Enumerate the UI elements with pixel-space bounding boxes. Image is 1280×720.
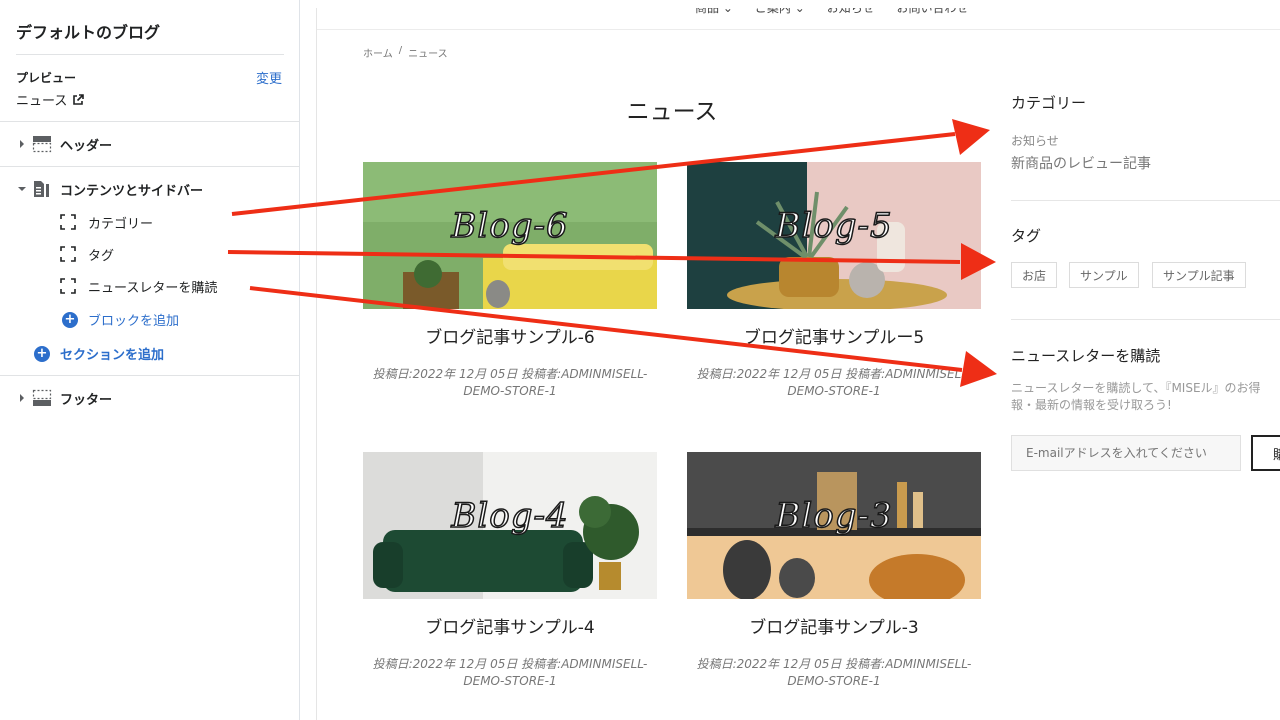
category-link[interactable]: 新商品のレビュー記事 bbox=[1011, 153, 1151, 173]
block-label: ニュースレターを購読 bbox=[88, 280, 218, 296]
add-section-label: セクションを追加 bbox=[60, 348, 165, 363]
newsletter-description: 報・最新の情報を受け取ろう! bbox=[1011, 398, 1172, 412]
caret-down-icon[interactable] bbox=[14, 181, 30, 197]
block-tag[interactable]: タグ bbox=[60, 241, 114, 267]
add-section-button[interactable]: + セクションを追加 bbox=[34, 344, 164, 363]
section-footer-label: フッター bbox=[60, 392, 113, 408]
change-preview-link[interactable]: 変更 bbox=[256, 68, 282, 87]
blog-card-meta: 投稿日:2022年 12月 05日 投稿者:ADMINMISELL-DEMO-S… bbox=[372, 657, 648, 688]
caret-right-icon[interactable] bbox=[14, 390, 30, 406]
blog-card-meta: 投稿日:2022年 12月 05日 投稿者:ADMINMISELL-DEMO-S… bbox=[372, 367, 648, 398]
breadcrumb-home[interactable]: ホーム bbox=[363, 45, 393, 60]
divider bbox=[1011, 200, 1280, 201]
divider bbox=[16, 54, 284, 55]
blog-image-label: Blog-6 bbox=[451, 205, 569, 247]
theme-editor-sidebar: デフォルトのブログ プレビュー 変更 ニュース ヘッダー コンテンツとサイドバー… bbox=[0, 0, 300, 720]
divider bbox=[0, 121, 300, 122]
nav-item[interactable]: お知らせ bbox=[827, 8, 875, 16]
block-label: タグ bbox=[88, 248, 115, 264]
storefront-preview: 商品 ⌄ ご案内 ⌄ お知らせ お問い合わせ ホーム / ニュース ニュース B… bbox=[316, 8, 1280, 720]
blog-card-title[interactable]: ブログ記事サンプル-3 bbox=[687, 613, 981, 638]
blog-card-image[interactable]: Blog-6 bbox=[363, 162, 657, 309]
blog-image-label: Blog-4 bbox=[451, 495, 569, 537]
blog-card-title[interactable]: ブログ記事サンプル-6 bbox=[363, 323, 657, 348]
block-newsletter[interactable]: ニュースレターを購読 bbox=[60, 273, 217, 299]
blog-image-label: Blog-5 bbox=[775, 205, 893, 247]
blog-card-title[interactable]: ブログ記事サンプル-4 bbox=[363, 613, 657, 638]
newsletter-email-input[interactable] bbox=[1011, 435, 1241, 471]
breadcrumb-current: ニュース bbox=[408, 49, 448, 60]
block-icon bbox=[60, 278, 76, 294]
external-link-icon bbox=[73, 93, 85, 105]
divider bbox=[1011, 319, 1280, 320]
block-icon bbox=[60, 214, 76, 230]
newsletter-description: ニュースレターを購読して、『MISEル』のお得 bbox=[1011, 381, 1261, 395]
blog-card-meta: 投稿日:2022年 12月 05日 投稿者:ADMINMISELL-DEMO-S… bbox=[696, 367, 972, 398]
add-block-button[interactable]: + ブロックを追加 bbox=[62, 310, 179, 329]
blog-card-image[interactable]: Blog-4 bbox=[363, 452, 657, 599]
block-category[interactable]: カテゴリー bbox=[60, 209, 153, 235]
newsletter-heading: ニュースレターを購読 bbox=[1011, 347, 1161, 365]
subscribe-button[interactable]: 購 bbox=[1251, 435, 1280, 471]
category-heading: カテゴリー bbox=[1011, 94, 1087, 112]
blog-card[interactable]: Blog-6 ブログ記事サンプル-6 投稿日:2022年 12月 05日 投稿者… bbox=[363, 162, 657, 400]
blog-card-image[interactable]: Blog-3 bbox=[687, 452, 981, 599]
section-content-sidebar[interactable]: コンテンツとサイドバー bbox=[0, 175, 300, 203]
plus-circle-icon: + bbox=[34, 345, 50, 362]
category-link[interactable]: お知らせ bbox=[1011, 132, 1059, 149]
blog-card-meta: 投稿日:2022年 12月 05日 投稿者:ADMINMISELL-DEMO-S… bbox=[696, 657, 972, 688]
caret-right-icon[interactable] bbox=[14, 136, 30, 152]
section-footer[interactable]: フッター bbox=[0, 384, 300, 412]
breadcrumb-separator: / bbox=[398, 45, 403, 56]
block-icon bbox=[60, 246, 76, 262]
preview-page-name: ニュース bbox=[16, 94, 68, 109]
tag-chip[interactable]: サンプル記事 bbox=[1152, 262, 1246, 288]
preview-page[interactable]: ニュース bbox=[16, 90, 85, 109]
divider bbox=[0, 166, 300, 167]
blog-card-image[interactable]: Blog-5 bbox=[687, 162, 981, 309]
section-header-label: ヘッダー bbox=[60, 138, 113, 154]
blog-card-title[interactable]: ブログ記事サンプルー5 bbox=[687, 323, 981, 348]
blog-card[interactable]: Blog-5 ブログ記事サンプルー5 投稿日:2022年 12月 05日 投稿者… bbox=[687, 162, 981, 400]
breadcrumb: ホーム / ニュース bbox=[363, 45, 448, 60]
nav-item[interactable]: お問い合わせ bbox=[897, 8, 969, 16]
tag-chip[interactable]: お店 bbox=[1011, 262, 1058, 288]
section-header[interactable]: ヘッダー bbox=[0, 130, 300, 158]
plus-circle-icon: + bbox=[62, 311, 78, 328]
blog-card[interactable]: Blog-4 ブログ記事サンプル-4 投稿日:2022年 12月 05日 投稿者… bbox=[363, 452, 657, 690]
header-section-icon bbox=[32, 136, 52, 153]
tag-chip[interactable]: サンプル bbox=[1069, 262, 1139, 288]
section-content-label: コンテンツとサイドバー bbox=[60, 183, 204, 199]
preview-label: プレビュー bbox=[16, 71, 77, 85]
tag-heading: タグ bbox=[1011, 227, 1042, 245]
block-label: カテゴリー bbox=[88, 216, 154, 232]
footer-section-icon bbox=[32, 389, 52, 406]
store-top-nav: 商品 ⌄ ご案内 ⌄ お知らせ お問い合わせ bbox=[317, 8, 1280, 30]
blog-card[interactable]: Blog-3 ブログ記事サンプル-3 投稿日:2022年 12月 05日 投稿者… bbox=[687, 452, 981, 690]
page-title: ニュース bbox=[626, 99, 718, 125]
content-section-icon bbox=[34, 181, 49, 197]
add-block-label: ブロックを追加 bbox=[88, 314, 180, 329]
divider bbox=[0, 375, 300, 376]
nav-item[interactable]: 商品 ⌄ bbox=[695, 8, 733, 16]
editor-title: デフォルトのブログ bbox=[16, 23, 161, 42]
blog-image-label: Blog-3 bbox=[775, 495, 893, 537]
nav-item[interactable]: ご案内 ⌄ bbox=[755, 8, 805, 16]
